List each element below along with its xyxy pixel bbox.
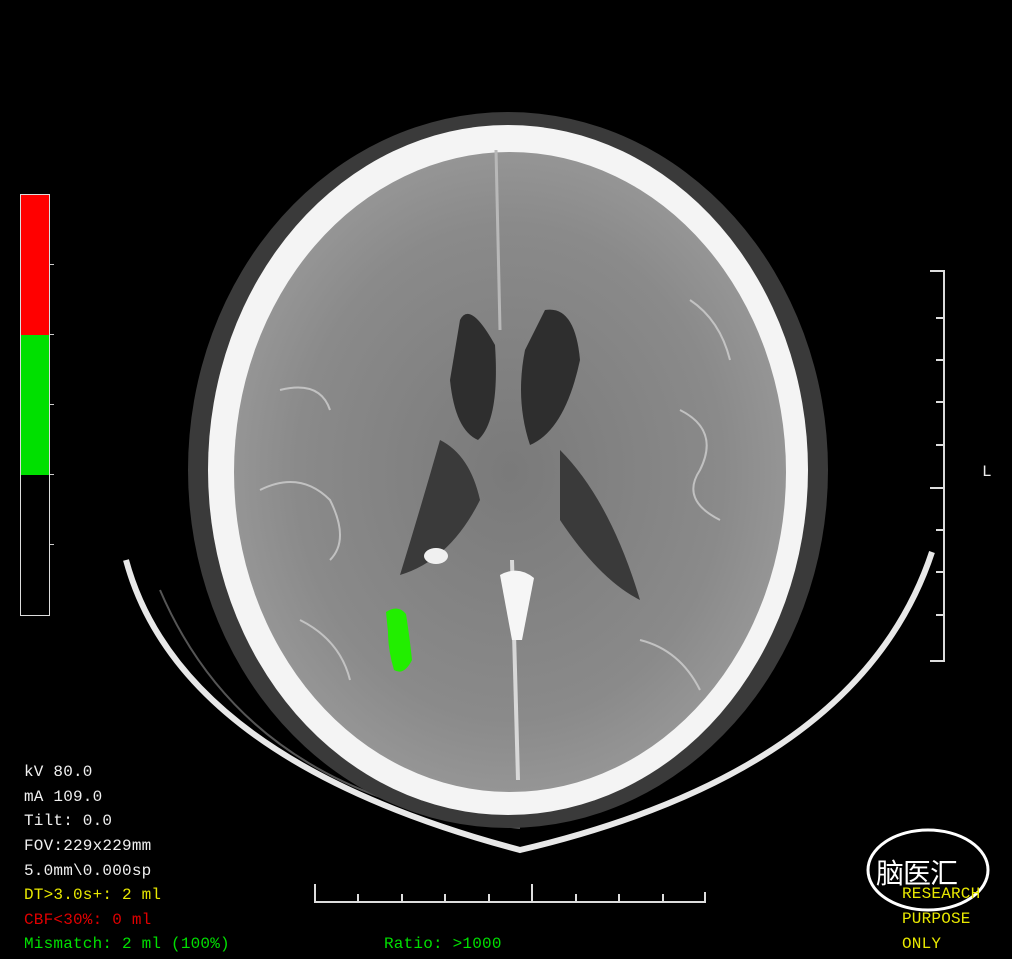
research-notice-line3: ONLY xyxy=(902,935,942,953)
perfusion-color-scale xyxy=(20,194,50,616)
colorbar-tick xyxy=(50,474,54,475)
orientation-label: L xyxy=(982,463,992,481)
mismatch-volume: Mismatch: 2 ml (100%) xyxy=(24,935,230,953)
dt-volume: DT>3.0s+: 2 ml xyxy=(24,886,162,904)
brain-ct-image xyxy=(123,112,935,854)
research-notice-line2: PURPOSE xyxy=(902,910,971,928)
scan-param-kv: kV 80.0 xyxy=(24,763,93,781)
mismatch-ratio: Ratio: >1000 xyxy=(384,935,502,953)
vertical-scale-ruler xyxy=(930,270,945,662)
colorbar-tick xyxy=(50,404,54,405)
scan-param-fov: FOV:229x229mm xyxy=(24,837,152,855)
scan-param-ma: mA 109.0 xyxy=(24,788,103,806)
horizontal-scale-ruler xyxy=(314,884,706,903)
colorbar-tick xyxy=(50,264,54,265)
colorbar-red-segment xyxy=(21,195,49,335)
scan-param-tilt: Tilt: 0.0 xyxy=(24,812,113,830)
research-notice-line1: RESEARCH xyxy=(902,885,981,903)
colorbar-green-segment xyxy=(21,335,49,475)
scan-param-slice: 5.0mm\0.000sp xyxy=(24,862,152,880)
cbf-volume: CBF<30%: 0 ml xyxy=(24,911,152,929)
colorbar-black-segment xyxy=(21,475,49,615)
colorbar-tick xyxy=(50,334,54,335)
brain-parenchyma xyxy=(234,152,786,792)
ct-perfusion-viewport[interactable]: L kV 80.0 mA 109.0 Tilt: 0.0 FOV:229x229… xyxy=(0,0,1012,959)
colorbar-tick xyxy=(50,544,54,545)
